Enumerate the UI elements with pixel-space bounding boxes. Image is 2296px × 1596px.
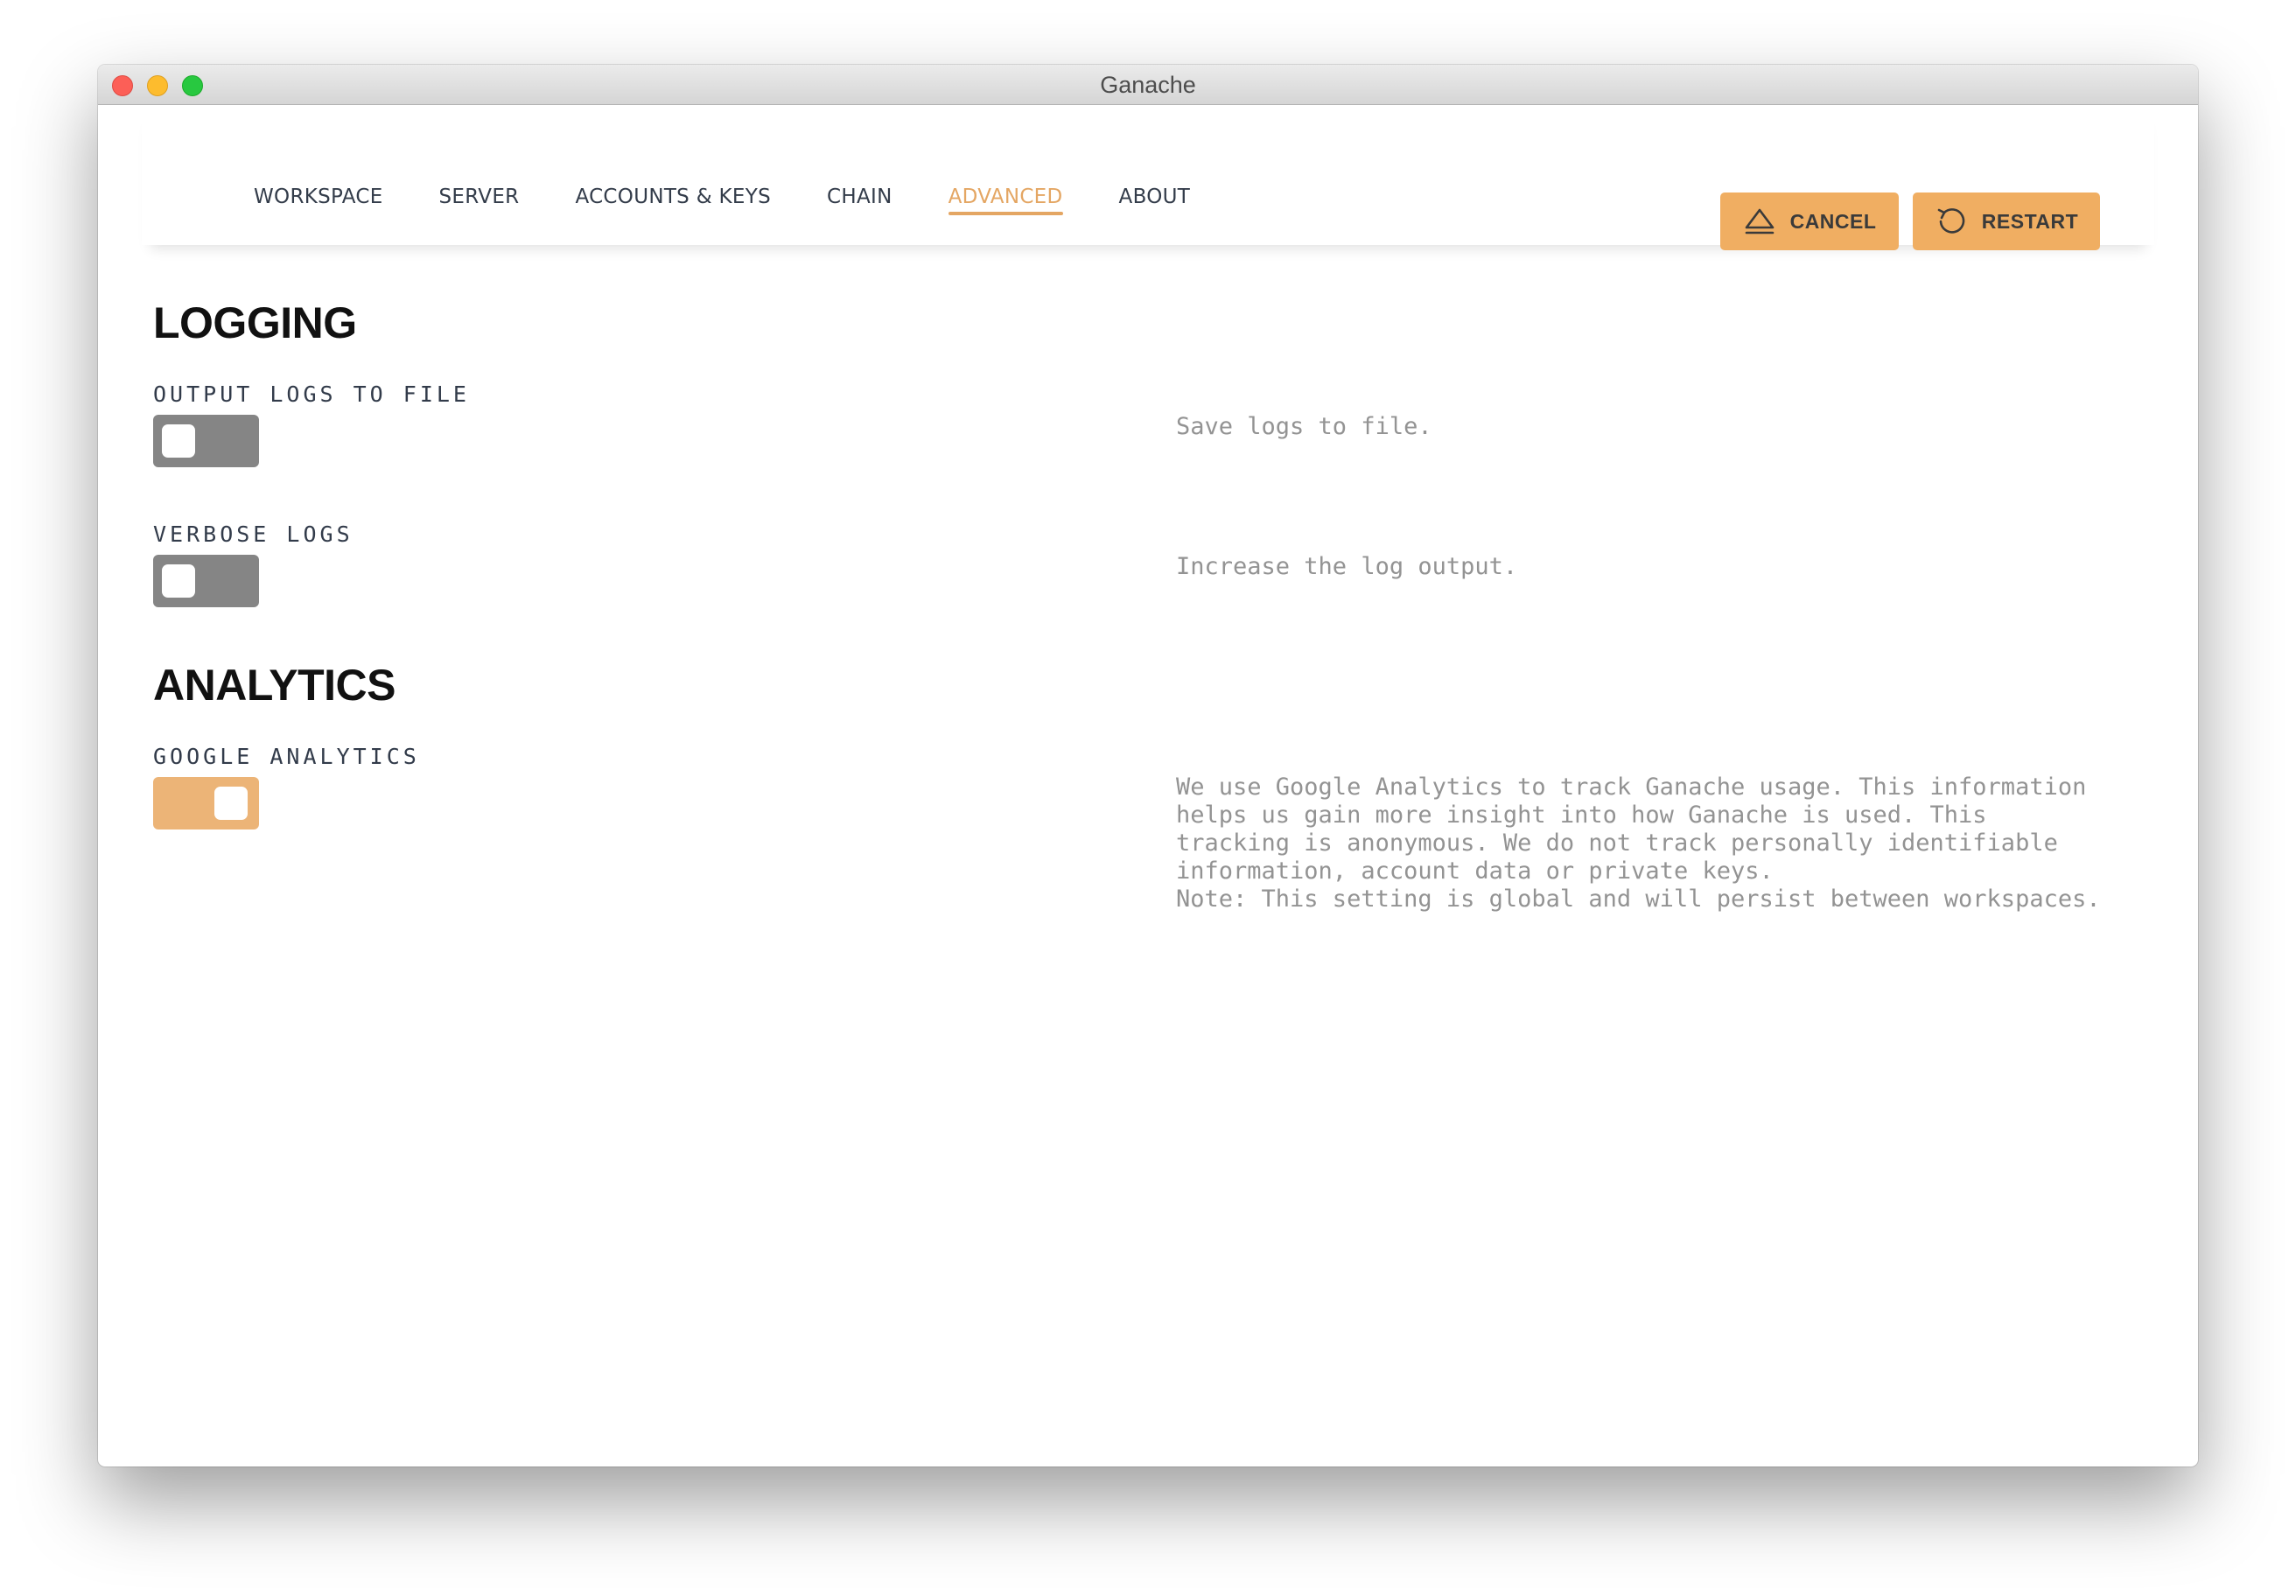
tab-workspace[interactable]: WORKSPACE [254, 186, 383, 212]
verbose-logs-toggle[interactable] [153, 555, 259, 607]
toggle-knob [162, 564, 195, 598]
toggle-knob [162, 424, 195, 458]
google-analytics-label: GOOGLE ANALYTICS [153, 744, 420, 769]
verbose-logs-label: VERBOSE LOGS [153, 522, 354, 547]
google-analytics-toggle[interactable] [153, 777, 259, 830]
tab-about[interactable]: ABOUT [1119, 186, 1191, 212]
output-logs-description: Save logs to file. [1176, 413, 1432, 440]
output-logs-toggle[interactable] [153, 415, 259, 467]
verbose-logs-description: Increase the log output. [1176, 553, 1518, 580]
tab-server[interactable]: SERVER [439, 186, 520, 212]
toggle-knob [214, 787, 248, 820]
settings-tabs: WORKSPACE SERVER ACCOUNTS & KEYS CHAIN A… [254, 186, 1191, 215]
restart-button[interactable]: RESTART [1913, 192, 2100, 250]
cancel-button-label: CANCEL [1789, 209, 1877, 233]
google-analytics-description: We use Google Analytics to track Ganache… [1176, 774, 2101, 913]
app-window: Ganache WORKSPACE SERVER ACCOUNTS & KEYS… [98, 65, 2198, 1466]
tab-chain[interactable]: CHAIN [827, 186, 892, 212]
tab-advanced[interactable]: ADVANCED [948, 186, 1063, 215]
tab-accounts-keys[interactable]: ACCOUNTS & KEYS [575, 186, 771, 212]
cancel-button[interactable]: CANCEL [1720, 192, 1899, 250]
title-bar: Ganache [98, 65, 2198, 105]
eject-icon [1745, 208, 1774, 234]
analytics-section-title: ANALYTICS [153, 661, 396, 710]
restart-icon [1937, 208, 1965, 234]
restart-button-label: RESTART [1981, 209, 2079, 233]
window-title: Ganache [1100, 72, 1196, 98]
output-logs-label: OUTPUT LOGS TO FILE [153, 382, 470, 407]
logging-section-title: LOGGING [153, 298, 357, 347]
